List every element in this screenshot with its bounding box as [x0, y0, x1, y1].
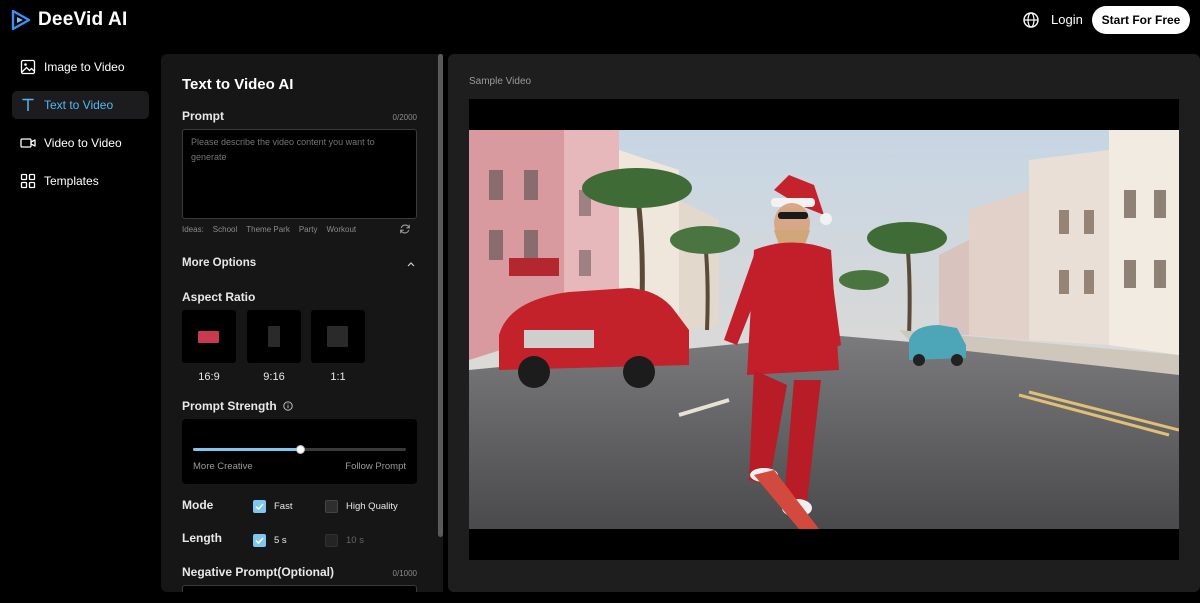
aspect-label-1-1: 1:1 [330, 371, 346, 383]
mode-high-quality-label: High Quality [346, 501, 398, 512]
mode-fast-label: Fast [274, 501, 293, 512]
prompt-strength-slider[interactable] [193, 445, 406, 454]
page-title: Text to Video AI [182, 76, 294, 93]
idea-chip-school[interactable]: School [213, 225, 237, 234]
ideas-row: Ideas: School Theme Park Party Workout [182, 225, 356, 234]
check-icon [255, 537, 264, 545]
globe-icon[interactable] [1022, 11, 1040, 29]
ratio-16-9-shape [198, 331, 219, 343]
prompt-input[interactable] [182, 129, 417, 219]
start-for-free-button[interactable]: Start For Free [1092, 6, 1190, 34]
form-scrollbar[interactable] [438, 54, 443, 537]
text-icon [22, 98, 34, 111]
generation-form-panel: Text to Video AI Prompt 0/2000 Ideas: Sc… [161, 54, 443, 592]
length-5s-checkbox[interactable] [253, 534, 266, 547]
sample-video-frame [469, 130, 1179, 529]
prompt-counter: 0/2000 [392, 113, 417, 122]
grid-icon [20, 173, 36, 189]
ratio-9-16-shape [268, 326, 280, 347]
prompt-label: Prompt [182, 109, 224, 123]
mode-fast-checkbox[interactable] [253, 500, 266, 513]
length-label: Length [182, 531, 222, 545]
negative-prompt-counter: 0/1000 [392, 569, 417, 578]
prompt-strength-text: Prompt Strength [182, 399, 277, 413]
aspect-option-16-9[interactable] [182, 310, 236, 363]
ratio-1-1-shape [327, 326, 348, 347]
aspect-option-9-16[interactable] [247, 310, 301, 363]
aspect-label-16-9: 16:9 [198, 371, 220, 383]
sample-video-player[interactable] [469, 99, 1179, 560]
aspect-label-9-16: 9:16 [263, 371, 285, 383]
sidebar-item-video-to-video[interactable]: Video to Video [12, 129, 149, 157]
negative-prompt-input[interactable] [182, 585, 417, 592]
brand-name: DeeVid AI [38, 9, 128, 30]
sidebar-item-text-to-video[interactable]: Text to Video [12, 91, 149, 119]
check-icon [255, 503, 264, 511]
prompt-strength-label: Prompt Strength [182, 399, 293, 413]
deevid-logo-icon [11, 9, 31, 31]
header: DeeVid AI Login Start For Free [0, 0, 1200, 40]
idea-chip-theme-park[interactable]: Theme Park [246, 225, 290, 234]
sidebar-item-image-to-video[interactable]: Image to Video [12, 53, 149, 81]
more-options-toggle[interactable]: More Options [182, 257, 256, 269]
sidebar-item-templates[interactable]: Templates [12, 167, 149, 195]
idea-chip-party[interactable]: Party [299, 225, 318, 234]
aspect-ratio-label: Aspect Ratio [182, 290, 256, 304]
mode-label: Mode [182, 498, 214, 512]
length-10s-label: 10 s [346, 535, 364, 546]
prompt-strength-card: More Creative Follow Prompt [182, 419, 417, 484]
slider-fill [193, 448, 300, 451]
preview-panel: Sample Video [448, 54, 1200, 592]
length-5s-label: 5 s [274, 535, 287, 546]
negative-prompt-label: Negative Prompt(Optional) [182, 565, 335, 579]
chevron-up-icon[interactable] [406, 260, 416, 268]
image-icon [20, 59, 36, 75]
sample-video-label: Sample Video [469, 76, 532, 87]
ideas-label: Ideas: [182, 225, 204, 234]
idea-chip-workout[interactable]: Workout [327, 225, 357, 234]
sidebar-item-label: Image to Video [44, 60, 125, 74]
aspect-option-1-1[interactable] [311, 310, 365, 363]
brand-logo[interactable]: DeeVid AI [10, 9, 127, 31]
sidebar-item-label: Templates [44, 174, 99, 188]
slider-thumb[interactable] [296, 445, 305, 454]
mode-high-quality-checkbox[interactable] [325, 500, 338, 513]
info-icon[interactable] [283, 401, 293, 411]
length-10s-checkbox[interactable] [325, 534, 338, 547]
sidebar-item-label: Video to Video [44, 136, 122, 150]
refresh-icon[interactable] [399, 223, 411, 235]
slider-min-label: More Creative [193, 461, 253, 472]
video-camera-icon [20, 138, 36, 148]
login-link[interactable]: Login [1051, 12, 1083, 27]
slider-max-label: Follow Prompt [345, 461, 406, 472]
sidebar-item-label: Text to Video [44, 98, 114, 112]
